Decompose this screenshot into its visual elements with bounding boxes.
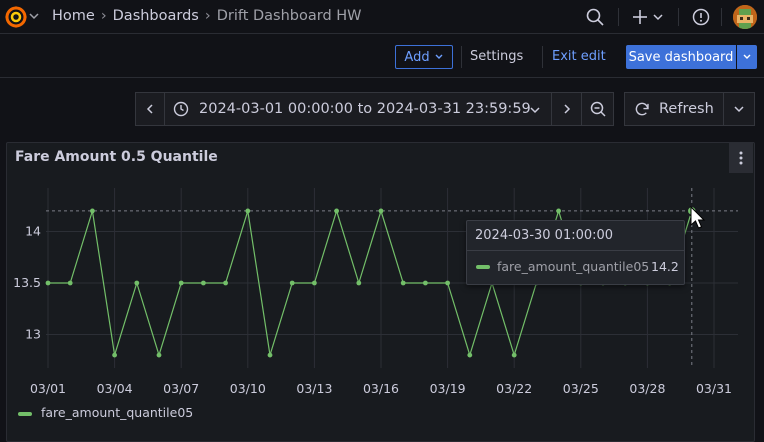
tooltip-series-swatch: [476, 265, 490, 269]
data-point: [178, 280, 184, 286]
x-tick-label: 03/01: [30, 381, 66, 396]
legend-swatch: [18, 412, 32, 416]
data-point: [312, 280, 317, 286]
x-tick-label: 03/31: [696, 381, 732, 396]
data-point: [201, 280, 206, 286]
data-point: [445, 280, 450, 286]
x-tick-label: 03/13: [296, 381, 332, 396]
data-point: [467, 352, 473, 358]
x-tick-label: 03/25: [563, 381, 599, 396]
data-point: [134, 280, 140, 286]
data-point: [45, 280, 51, 286]
data-point: [90, 208, 95, 214]
data-point: [400, 280, 406, 286]
x-tick-label: 03/04: [97, 381, 133, 396]
data-point: [245, 208, 251, 214]
data-point: [378, 208, 384, 214]
time-series-chart[interactable]: 13 13.5 14 03/01 03/04 03/07 03/10 03/13 03/16 03…: [0, 0, 764, 433]
data-point: [423, 280, 428, 286]
data-point: [267, 352, 273, 358]
y-tick-label: 13.5: [13, 275, 41, 290]
tooltip-value: 14.2: [651, 259, 679, 274]
tooltip-time: 2024-03-30 01:00:00: [475, 228, 614, 243]
data-point: [112, 352, 117, 358]
tooltip-divider: [467, 250, 684, 251]
data-point: [556, 208, 561, 214]
x-tick-label: 03/10: [230, 381, 266, 396]
data-point: [289, 280, 295, 286]
chart-tooltip: 2024-03-30 01:00:00 fare_amount_quantile…: [466, 220, 685, 285]
legend-item[interactable]: fare_amount_quantile05: [41, 405, 193, 420]
x-tick-label: 03/16: [363, 381, 399, 396]
tooltip-series-name: fare_amount_quantile05: [497, 259, 650, 274]
x-tick-label: 03/28: [629, 381, 665, 396]
x-tick-label: 03/19: [430, 381, 466, 396]
y-tick-label: 13: [25, 327, 41, 342]
mouse-cursor-icon: [690, 206, 706, 229]
data-point: [67, 280, 73, 286]
data-point: [223, 280, 229, 286]
x-tick-label: 03/22: [496, 381, 532, 396]
data-point: [156, 352, 162, 358]
data-point: [356, 280, 362, 286]
data-point: [334, 208, 339, 214]
data-point: [511, 352, 517, 358]
y-tick-label: 14: [25, 224, 41, 239]
x-tick-label: 03/07: [163, 381, 199, 396]
